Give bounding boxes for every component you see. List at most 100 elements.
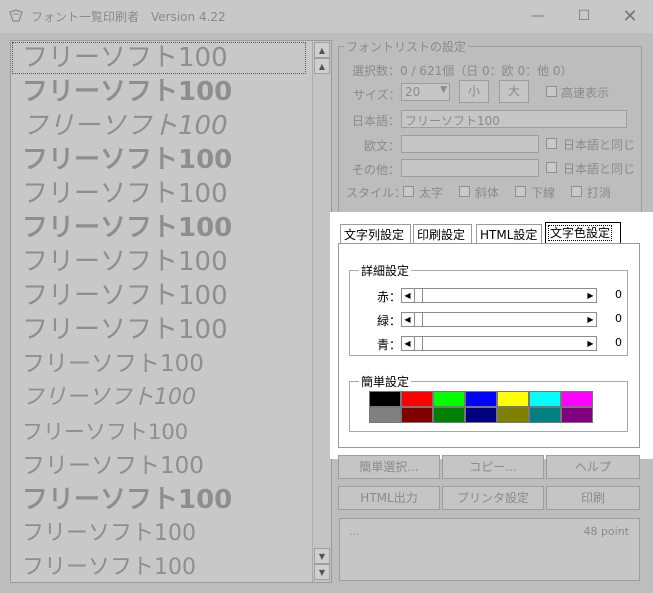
italic-checkbox[interactable] (459, 186, 470, 197)
red-slider-thumb[interactable] (414, 289, 423, 302)
list-item[interactable]: フリーソフト100 (11, 245, 307, 279)
list-item[interactable]: フリーソフト100 (11, 75, 307, 109)
western-same-checkbox[interactable] (546, 138, 557, 149)
list-item[interactable]: フリーソフト100 (11, 483, 307, 517)
list-item[interactable]: フリーソフト100 (11, 177, 307, 211)
strike-checkbox[interactable] (571, 186, 582, 197)
scroll-up-icon[interactable]: ▲ (314, 42, 330, 58)
other-text-input[interactable] (401, 159, 539, 177)
color-swatch[interactable] (529, 391, 561, 407)
red-slider[interactable]: ◀ ▶ (401, 288, 597, 303)
minimize-button[interactable]: — (515, 0, 561, 33)
red-right-arrow-icon[interactable]: ▶ (585, 289, 596, 302)
blue-value: 0 (615, 336, 622, 349)
fast-display-checkbox[interactable] (546, 86, 557, 97)
red-value: 0 (615, 288, 622, 301)
other-same-label: 日本語と同じ (563, 162, 636, 176)
color-swatch[interactable] (465, 407, 497, 423)
maximize-button[interactable]: ☐ (561, 0, 607, 33)
underline-label: 下線 (531, 186, 556, 200)
detail-settings-title: 詳細設定 (359, 262, 412, 279)
tab-print-settings[interactable]: 印刷設定 (413, 224, 472, 244)
selection-count: 選択数：0 / 621個（日 0：欧 0：他 0） (352, 64, 573, 78)
western-text-input[interactable] (401, 135, 539, 153)
help-button[interactable]: ヘルプ (546, 455, 640, 479)
blue-slider-thumb[interactable] (414, 337, 423, 350)
maximize-icon: ☐ (577, 8, 591, 24)
large-button[interactable]: 大 (499, 80, 529, 103)
tab-text-color-label: 文字色設定 (547, 225, 613, 241)
green-value: 0 (615, 312, 622, 325)
green-left-arrow-icon[interactable]: ◀ (402, 313, 413, 326)
scroll-down-icon[interactable]: ▼ (314, 548, 330, 564)
list-item[interactable]: フリーソフト100 (11, 347, 307, 381)
color-swatch[interactable] (561, 391, 593, 407)
scroll-down-page-icon[interactable]: ▼ (314, 564, 330, 580)
green-right-arrow-icon[interactable]: ▶ (585, 313, 596, 326)
color-swatch[interactable] (401, 407, 433, 423)
color-swatch[interactable] (369, 391, 401, 407)
list-item[interactable]: フリーソフト100 (11, 517, 307, 551)
fast-display-label: 高速表示 (561, 86, 610, 100)
app-icon (9, 9, 23, 22)
color-swatch[interactable] (465, 391, 497, 407)
tab-text-color-settings[interactable]: 文字色設定 (545, 222, 621, 244)
chevron-down-icon: ▼ (440, 85, 447, 95)
bold-checkbox[interactable] (403, 186, 414, 197)
green-label: 緑： (377, 314, 402, 328)
japanese-label: 日本語： (352, 114, 401, 128)
japanese-text-value: フリーソフト100 (405, 114, 500, 128)
size-select[interactable]: 20 ▼ (401, 83, 450, 101)
list-item[interactable]: フリーソフト100 (11, 143, 307, 177)
list-item[interactable]: フリーソフト100 (11, 415, 307, 449)
printer-settings-button[interactable]: プリンタ設定 (442, 486, 544, 510)
green-slider[interactable]: ◀ ▶ (401, 312, 597, 327)
html-output-button[interactable]: HTML出力 (338, 486, 440, 510)
bold-label: 太字 (419, 186, 444, 200)
tab-string-settings[interactable]: 文字列設定 (340, 224, 411, 244)
font-list[interactable]: フリーソフト100 フリーソフト100 フリーソフト100 フリーソフト100 … (10, 40, 332, 583)
list-item[interactable]: フリーソフト100 (11, 551, 307, 582)
green-slider-thumb[interactable] (414, 313, 423, 326)
other-same-checkbox[interactable] (546, 162, 557, 173)
small-button[interactable]: 小 (459, 80, 489, 103)
print-button[interactable]: 印刷 (546, 486, 640, 510)
western-same-label: 日本語と同じ (563, 138, 636, 152)
other-label: その他： (352, 163, 401, 177)
preview-text: ... (349, 525, 360, 538)
blue-left-arrow-icon[interactable]: ◀ (402, 337, 413, 350)
blue-right-arrow-icon[interactable]: ▶ (585, 337, 596, 350)
red-left-arrow-icon[interactable]: ◀ (402, 289, 413, 302)
simple-settings-title: 簡単設定 (359, 373, 412, 390)
blue-slider[interactable]: ◀ ▶ (401, 336, 597, 351)
color-swatch[interactable] (497, 407, 529, 423)
point-size-label: 48 point (583, 525, 629, 538)
list-item[interactable]: フリーソフト100 (11, 449, 307, 483)
close-button[interactable]: ✕ (607, 0, 653, 33)
color-swatch[interactable] (497, 391, 529, 407)
list-scrollbar[interactable]: ▲ ▲ ▼ ▼ (312, 41, 331, 582)
minimize-icon: — (531, 8, 545, 24)
list-item[interactable]: フリーソフト100 (11, 41, 307, 75)
blue-label: 青： (377, 338, 402, 352)
color-swatch[interactable] (433, 407, 465, 423)
list-item[interactable]: フリーソフト100 (11, 279, 307, 313)
color-swatch[interactable] (433, 391, 465, 407)
list-item[interactable]: フリーソフト100 (11, 211, 307, 245)
window-title: フォント一覧印刷者 Version 4.22 (31, 10, 226, 24)
preview-box: ... 48 point (339, 518, 640, 581)
color-swatch[interactable] (561, 407, 593, 423)
list-item[interactable]: フリーソフト100 (11, 313, 307, 347)
simple-select-button[interactable]: 簡単選択... (338, 455, 440, 479)
list-item[interactable]: フリーソフト100 (11, 109, 307, 143)
red-label: 赤： (377, 290, 402, 304)
color-swatch[interactable] (369, 407, 401, 423)
copy-button[interactable]: コピー... (442, 455, 544, 479)
list-item[interactable]: フリーソフト100 (11, 381, 307, 415)
japanese-text-input[interactable]: フリーソフト100 (401, 110, 627, 128)
color-swatch[interactable] (529, 407, 561, 423)
tab-html-settings[interactable]: HTML設定 (476, 224, 542, 244)
underline-checkbox[interactable] (515, 186, 526, 197)
color-swatch[interactable] (401, 391, 433, 407)
scroll-up-page-icon[interactable]: ▲ (314, 58, 330, 74)
